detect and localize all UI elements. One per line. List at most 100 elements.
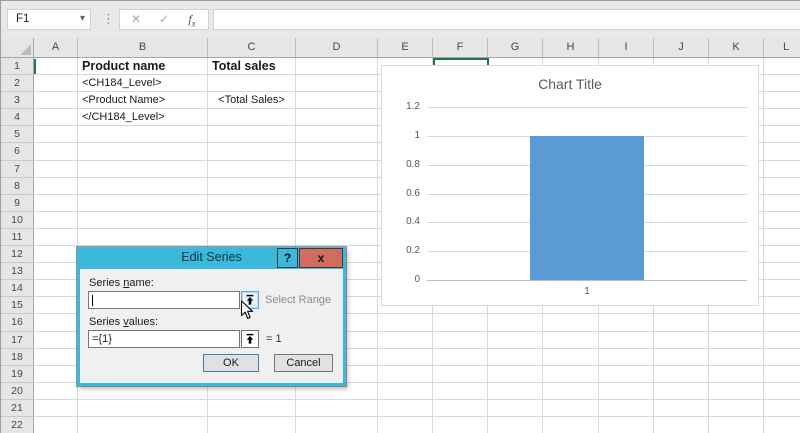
help-button[interactable]: ? (277, 248, 298, 268)
row-header-12[interactable]: 12 (1, 246, 34, 264)
row-header-8[interactable]: 8 (1, 177, 34, 195)
cell-B7[interactable] (78, 160, 208, 178)
cell-A8[interactable] (34, 177, 78, 195)
cell-E18[interactable] (378, 348, 433, 366)
cell-A3[interactable] (34, 92, 78, 110)
cell-B21[interactable] (78, 399, 208, 417)
cell-A14[interactable] (34, 280, 78, 298)
formula-input[interactable] (213, 9, 800, 30)
cell-D8[interactable] (296, 177, 378, 195)
cell-H21[interactable] (543, 399, 599, 417)
cell-G19[interactable] (488, 365, 543, 383)
cell-A9[interactable] (34, 194, 78, 212)
row-header-11[interactable]: 11 (1, 228, 34, 247)
cell-A18[interactable] (34, 348, 78, 366)
series-values-input[interactable]: ={1} (88, 330, 240, 348)
cell-C7[interactable] (208, 160, 296, 178)
row-header-6[interactable]: 6 (1, 143, 34, 161)
cell-A12[interactable] (34, 246, 78, 264)
cell-L9[interactable] (764, 195, 800, 212)
cell-L4[interactable] (764, 109, 800, 127)
cell-B5[interactable] (78, 126, 208, 144)
cell-H19[interactable] (543, 365, 599, 383)
col-header-A[interactable]: A (34, 38, 78, 57)
cell-J16[interactable] (654, 314, 709, 332)
col-header-I[interactable]: I (599, 38, 654, 57)
cell-F16[interactable] (433, 314, 488, 332)
cell-F18[interactable] (433, 348, 488, 366)
cell-E20[interactable] (378, 382, 433, 400)
row-header-22[interactable]: 22 (1, 416, 34, 433)
row-header-10[interactable]: 10 (1, 211, 34, 229)
cell-D1[interactable] (296, 58, 378, 76)
row-header-16[interactable]: 16 (1, 314, 34, 332)
cell-L19[interactable] (764, 366, 800, 383)
cell-D11[interactable] (296, 228, 378, 247)
cell-J22[interactable] (654, 416, 709, 433)
cell-G22[interactable] (488, 416, 543, 433)
cell-C22[interactable] (208, 416, 296, 433)
dialog-title-bar[interactable]: Edit Series ? x (77, 247, 346, 269)
row-header-2[interactable]: 2 (1, 75, 34, 93)
cell-B9[interactable] (78, 194, 208, 212)
cell-A17[interactable] (34, 331, 78, 349)
row-header-3[interactable]: 3 (1, 92, 34, 110)
row-header-15[interactable]: 15 (1, 297, 34, 315)
chart-bar[interactable] (530, 135, 644, 280)
col-header-D[interactable]: D (296, 38, 378, 57)
cell-B22[interactable] (78, 416, 208, 433)
cell-J17[interactable] (654, 331, 709, 349)
cell-H16[interactable] (543, 314, 599, 332)
col-header-L[interactable]: L (764, 38, 800, 57)
col-header-C[interactable]: C (208, 38, 296, 57)
name-box-dropdown-icon[interactable]: ▾ (80, 13, 85, 24)
cell-C6[interactable] (208, 143, 296, 161)
cell-H17[interactable] (543, 331, 599, 349)
row-header-13[interactable]: 13 (1, 263, 34, 281)
ok-button[interactable]: OK (203, 354, 259, 372)
cell-G20[interactable] (488, 382, 543, 400)
cell-C3[interactable]: <Total Sales> (208, 92, 296, 110)
cell-I18[interactable] (599, 348, 654, 366)
cell-B4[interactable]: </CH184_Level> (78, 109, 208, 127)
row-header-21[interactable]: 21 (1, 399, 34, 417)
cell-G16[interactable] (488, 314, 543, 332)
cell-C11[interactable] (208, 228, 296, 247)
cell-A20[interactable] (34, 382, 78, 400)
cell-G21[interactable] (488, 399, 543, 417)
col-header-F[interactable]: F (433, 38, 488, 57)
cell-D21[interactable] (296, 399, 378, 417)
row-header-5[interactable]: 5 (1, 126, 34, 144)
col-header-E[interactable]: E (378, 38, 433, 57)
cell-F17[interactable] (433, 331, 488, 349)
cell-D22[interactable] (296, 416, 378, 433)
cell-C9[interactable] (208, 194, 296, 212)
cell-D10[interactable] (296, 211, 378, 229)
cell-H22[interactable] (543, 416, 599, 433)
series-name-input[interactable] (88, 291, 240, 309)
cell-F21[interactable] (433, 399, 488, 417)
cell-C21[interactable] (208, 399, 296, 417)
cell-L18[interactable] (764, 349, 800, 366)
cell-A15[interactable] (34, 297, 78, 315)
cell-F22[interactable] (433, 416, 488, 433)
cell-L1[interactable] (764, 58, 800, 76)
col-header-H[interactable]: H (543, 38, 599, 57)
cell-K22[interactable] (709, 416, 764, 433)
cell-B11[interactable] (78, 228, 208, 247)
cell-L2[interactable] (764, 75, 800, 93)
cell-C1[interactable]: Total sales (208, 58, 296, 76)
row-header-18[interactable]: 18 (1, 348, 34, 366)
cell-A19[interactable] (34, 365, 78, 383)
row-header-7[interactable]: 7 (1, 160, 34, 178)
cell-C2[interactable] (208, 75, 296, 93)
row-header-17[interactable]: 17 (1, 331, 34, 349)
cell-L10[interactable] (764, 212, 800, 229)
cell-L11[interactable] (764, 229, 800, 247)
cell-J19[interactable] (654, 365, 709, 383)
chart-title[interactable]: Chart Title (382, 76, 758, 92)
cell-D9[interactable] (296, 194, 378, 212)
cell-K20[interactable] (709, 382, 764, 400)
cell-F20[interactable] (433, 382, 488, 400)
chart-object[interactable]: Chart Title 0 0.2 0.4 0.6 0.8 1 1.2 1 (381, 65, 759, 306)
